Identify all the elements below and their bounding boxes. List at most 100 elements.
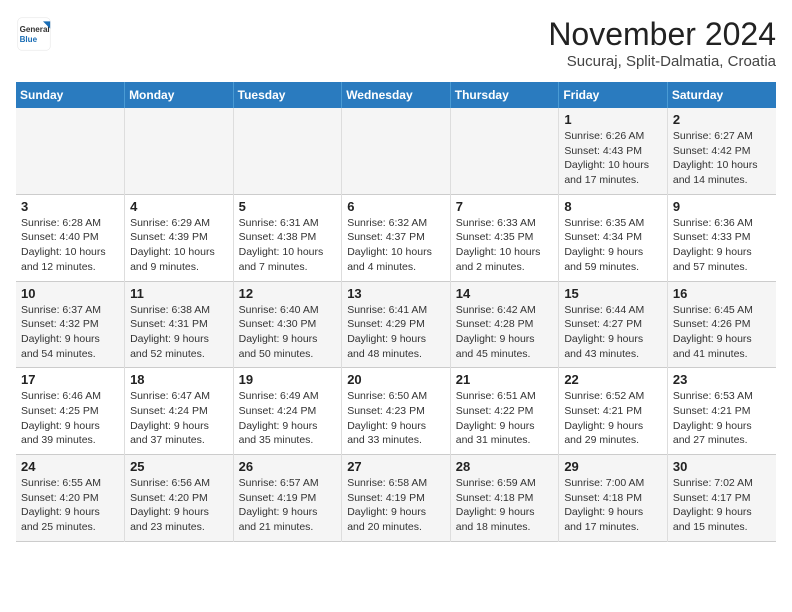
day-number: 1	[564, 112, 662, 127]
month-title: November 2024	[548, 16, 776, 53]
day-info: Sunrise: 6:58 AMSunset: 4:19 PMDaylight:…	[347, 476, 445, 535]
table-row: 27 Sunrise: 6:58 AMSunset: 4:19 PMDayligh…	[342, 455, 451, 542]
table-row: 14 Sunrise: 6:42 AMSunset: 4:28 PMDayligh…	[450, 281, 559, 368]
table-row: 4 Sunrise: 6:29 AMSunset: 4:39 PMDaylight…	[125, 194, 234, 281]
table-row: 10 Sunrise: 6:37 AMSunset: 4:32 PMDayligh…	[16, 281, 125, 368]
table-row	[342, 108, 451, 194]
day-info: Sunrise: 6:41 AMSunset: 4:29 PMDaylight:…	[347, 303, 445, 362]
day-info: Sunrise: 7:02 AMSunset: 4:17 PMDaylight:…	[673, 476, 771, 535]
table-row: 24Sunrise: 6:55 AMSunset: 4:20 PMDayligh…	[16, 455, 125, 542]
day-number: 14	[456, 286, 554, 301]
table-row: 16 Sunrise: 6:45 AMSunset: 4:26 PMDayligh…	[667, 281, 776, 368]
day-info: Sunrise: 6:38 AMSunset: 4:31 PMDaylight:…	[130, 303, 228, 362]
location: Sucuraj, Split-Dalmatia, Croatia	[548, 53, 776, 70]
day-number: 29	[564, 459, 662, 474]
day-info: Sunrise: 6:45 AMSunset: 4:26 PMDaylight:…	[673, 303, 771, 362]
table-row: 22 Sunrise: 6:52 AMSunset: 4:21 PMDayligh…	[559, 368, 668, 455]
day-info: Sunrise: 6:55 AMSunset: 4:20 PMDaylight:…	[21, 476, 119, 535]
day-info: Sunrise: 6:56 AMSunset: 4:20 PMDaylight:…	[130, 476, 228, 535]
table-row: 8 Sunrise: 6:35 AMSunset: 4:34 PMDaylight…	[559, 194, 668, 281]
table-row: 18Sunrise: 6:47 AMSunset: 4:24 PMDayligh…	[125, 368, 234, 455]
day-number: 5	[239, 199, 337, 214]
title-area: November 2024 Sucuraj, Split-Dalmatia, C…	[548, 16, 776, 70]
table-row: 2Sunrise: 6:27 AMSunset: 4:42 PMDaylight…	[667, 108, 776, 194]
day-number: 16	[673, 286, 771, 301]
header-friday: Friday	[559, 82, 668, 108]
header-sunday: Sunday	[16, 82, 125, 108]
header-monday: Monday	[125, 82, 234, 108]
day-info: Sunrise: 6:49 AMSunset: 4:24 PMDaylight:…	[239, 389, 337, 448]
table-row: 9 Sunrise: 6:36 AMSunset: 4:33 PMDaylight…	[667, 194, 776, 281]
table-row: 23 Sunrise: 6:53 AMSunset: 4:21 PMDayligh…	[667, 368, 776, 455]
day-number: 13	[347, 286, 445, 301]
day-number: 23	[673, 372, 771, 387]
day-info: Sunrise: 6:44 AMSunset: 4:27 PMDaylight:…	[564, 303, 662, 362]
day-info: Sunrise: 7:00 AMSunset: 4:18 PMDaylight:…	[564, 476, 662, 535]
day-info: Sunrise: 6:27 AMSunset: 4:42 PMDaylight:…	[673, 129, 771, 188]
table-row: 21 Sunrise: 6:51 AMSunset: 4:22 PMDayligh…	[450, 368, 559, 455]
day-number: 20	[347, 372, 445, 387]
day-info: Sunrise: 6:32 AMSunset: 4:37 PMDaylight:…	[347, 216, 445, 275]
header-tuesday: Tuesday	[233, 82, 342, 108]
day-number: 28	[456, 459, 554, 474]
day-number: 18	[130, 372, 228, 387]
day-info: Sunrise: 6:42 AMSunset: 4:28 PMDaylight:…	[456, 303, 554, 362]
day-number: 19	[239, 372, 337, 387]
table-row: 1 Sunrise: 6:26 AMSunset: 4:43 PMDaylight…	[559, 108, 668, 194]
table-row	[125, 108, 234, 194]
day-number: 22	[564, 372, 662, 387]
table-row: 6 Sunrise: 6:32 AMSunset: 4:37 PMDaylight…	[342, 194, 451, 281]
day-info: Sunrise: 6:46 AMSunset: 4:25 PMDaylight:…	[21, 389, 119, 448]
day-info: Sunrise: 6:26 AMSunset: 4:43 PMDaylight:…	[564, 129, 662, 188]
table-row: 3Sunrise: 6:28 AMSunset: 4:40 PMDaylight…	[16, 194, 125, 281]
day-number: 6	[347, 199, 445, 214]
day-info: Sunrise: 6:37 AMSunset: 4:32 PMDaylight:…	[21, 303, 119, 362]
day-info: Sunrise: 6:53 AMSunset: 4:21 PMDaylight:…	[673, 389, 771, 448]
day-number: 4	[130, 199, 228, 214]
day-number: 17	[21, 372, 119, 387]
day-info: Sunrise: 6:50 AMSunset: 4:23 PMDaylight:…	[347, 389, 445, 448]
day-number: 30	[673, 459, 771, 474]
table-row: 15 Sunrise: 6:44 AMSunset: 4:27 PMDayligh…	[559, 281, 668, 368]
table-row: 30 Sunrise: 7:02 AMSunset: 4:17 PMDayligh…	[667, 455, 776, 542]
day-info: Sunrise: 6:35 AMSunset: 4:34 PMDaylight:…	[564, 216, 662, 275]
day-number: 25	[130, 459, 228, 474]
day-number: 10	[21, 286, 119, 301]
table-row: 25 Sunrise: 6:56 AMSunset: 4:20 PMDayligh…	[125, 455, 234, 542]
day-info: Sunrise: 6:28 AMSunset: 4:40 PMDaylight:…	[21, 216, 119, 275]
header-wednesday: Wednesday	[342, 82, 451, 108]
day-info: Sunrise: 6:36 AMSunset: 4:33 PMDaylight:…	[673, 216, 771, 275]
table-row: 11 Sunrise: 6:38 AMSunset: 4:31 PMDayligh…	[125, 281, 234, 368]
table-row	[450, 108, 559, 194]
table-row: 19 Sunrise: 6:49 AMSunset: 4:24 PMDayligh…	[233, 368, 342, 455]
calendar-table: Sunday Monday Tuesday Wednesday Thursday…	[16, 82, 776, 542]
table-row	[233, 108, 342, 194]
table-row	[16, 108, 125, 194]
header-saturday: Saturday	[667, 82, 776, 108]
table-row: 26Sunrise: 6:57 AMSunset: 4:19 PMDayligh…	[233, 455, 342, 542]
table-row: 13 Sunrise: 6:41 AMSunset: 4:29 PMDayligh…	[342, 281, 451, 368]
day-number: 7	[456, 199, 554, 214]
table-row: 5 Sunrise: 6:31 AMSunset: 4:38 PMDaylight…	[233, 194, 342, 281]
day-info: Sunrise: 6:51 AMSunset: 4:22 PMDaylight:…	[456, 389, 554, 448]
logo: General Blue	[16, 16, 52, 52]
day-info: Sunrise: 6:52 AMSunset: 4:21 PMDaylight:…	[564, 389, 662, 448]
svg-text:General: General	[20, 25, 50, 34]
table-row: 28 Sunrise: 6:59 AMSunset: 4:18 PMDayligh…	[450, 455, 559, 542]
header-thursday: Thursday	[450, 82, 559, 108]
day-info: Sunrise: 6:31 AMSunset: 4:38 PMDaylight:…	[239, 216, 337, 275]
day-number: 27	[347, 459, 445, 474]
day-number: 8	[564, 199, 662, 214]
day-info: Sunrise: 6:59 AMSunset: 4:18 PMDaylight:…	[456, 476, 554, 535]
day-number: 11	[130, 286, 228, 301]
day-info: Sunrise: 6:29 AMSunset: 4:39 PMDaylight:…	[130, 216, 228, 275]
day-number: 12	[239, 286, 337, 301]
logo-icon: General Blue	[16, 16, 52, 52]
day-info: Sunrise: 6:40 AMSunset: 4:30 PMDaylight:…	[239, 303, 337, 362]
day-number: 15	[564, 286, 662, 301]
day-number: 9	[673, 199, 771, 214]
svg-text:Blue: Blue	[20, 35, 38, 44]
calendar-header-row: Sunday Monday Tuesday Wednesday Thursday…	[16, 82, 776, 108]
day-number: 21	[456, 372, 554, 387]
table-row: 29 Sunrise: 7:00 AMSunset: 4:18 PMDayligh…	[559, 455, 668, 542]
